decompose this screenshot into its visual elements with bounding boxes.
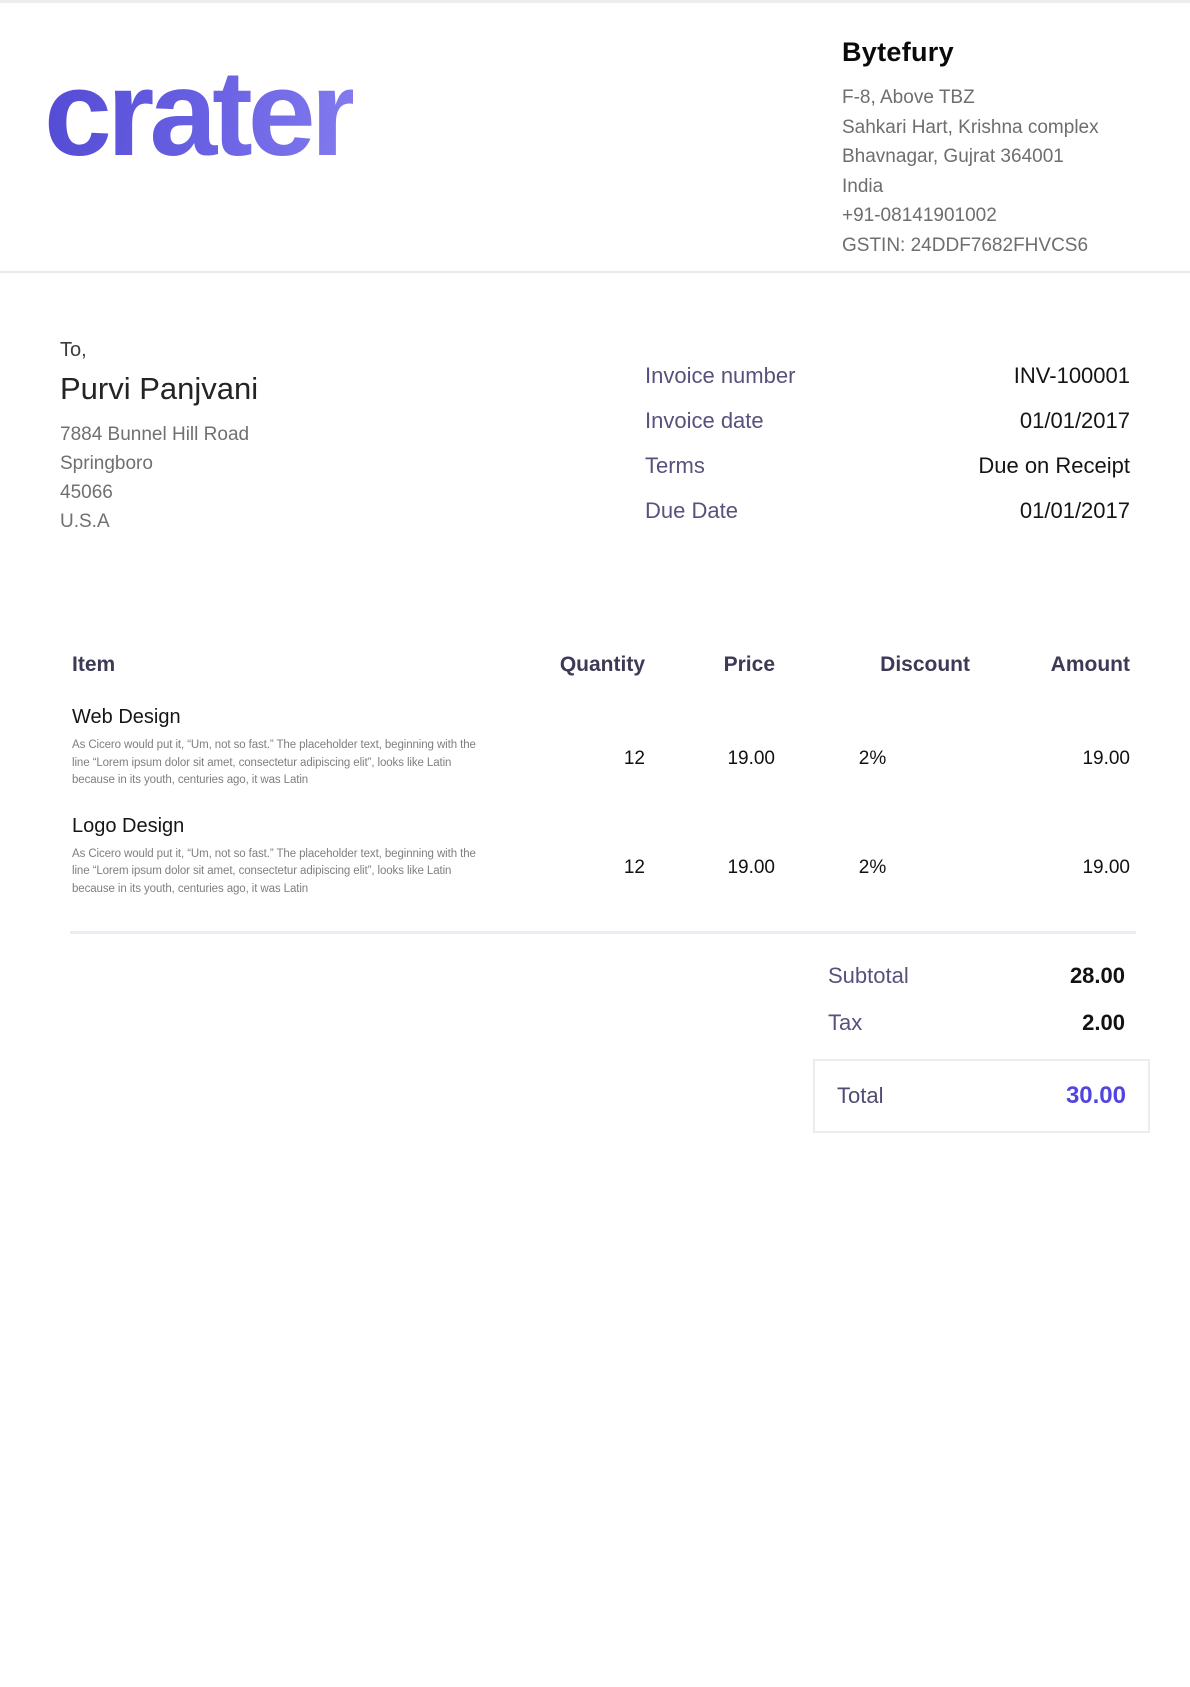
item-name: Logo Design: [72, 813, 490, 839]
company-address-line: India: [842, 172, 1099, 202]
recipient-salutation: To,: [60, 339, 258, 362]
invoice-number-value: INV-100001: [1014, 363, 1130, 389]
column-header-item: Item: [72, 653, 490, 677]
total-value: 30.00: [1066, 1082, 1126, 1110]
item-discount-value: 2%: [775, 857, 970, 879]
invoice-meta: Invoice number INV-100001 Invoice date 0…: [645, 363, 1130, 543]
item-amount-value: 19.00: [970, 748, 1130, 770]
invoice-page: crater Bytefury F-8, Above TBZ Sahkari H…: [0, 0, 1190, 1687]
terms-label: Terms: [645, 453, 705, 479]
meta-row-invoice-number: Invoice number INV-100001: [645, 363, 1130, 389]
item-description: As Cicero would put it, “Um, not so fast…: [72, 846, 490, 899]
column-header-discount: Discount: [775, 653, 970, 677]
company-address-line: F-8, Above TBZ: [842, 83, 1099, 113]
crater-logo: crater: [44, 49, 353, 177]
page-header: crater Bytefury F-8, Above TBZ Sahkari H…: [0, 3, 1190, 273]
terms-value: Due on Receipt: [978, 453, 1130, 479]
item-cell: Logo Design As Cicero would put it, “Um,…: [72, 813, 490, 899]
company-gstin: GSTIN: 24DDF7682FHVCS6: [842, 231, 1099, 261]
company-phone: +91-08141901002: [842, 201, 1099, 231]
tax-label: Tax: [828, 1010, 862, 1036]
column-header-quantity: Quantity: [490, 653, 645, 677]
item-price-value: 19.00: [645, 748, 775, 770]
due-date-value: 01/01/2017: [1020, 498, 1130, 524]
company-name: Bytefury: [842, 37, 1099, 68]
due-date-label: Due Date: [645, 498, 738, 524]
item-amount-value: 19.00: [970, 857, 1130, 879]
invoice-date-value: 01/01/2017: [1020, 408, 1130, 434]
column-header-amount: Amount: [970, 653, 1130, 677]
recipient-address-line: Springboro: [60, 449, 258, 478]
total-box: Total 30.00: [813, 1059, 1150, 1133]
items-table: Item Quantity Price Discount Amount Web …: [72, 653, 1130, 898]
totals-section: Subtotal 28.00 Tax 2.00: [828, 963, 1125, 1057]
meta-row-terms: Terms Due on Receipt: [645, 453, 1130, 479]
company-info: Bytefury F-8, Above TBZ Sahkari Hart, Kr…: [842, 37, 1099, 260]
item-quantity-value: 12: [490, 748, 645, 770]
total-label: Total: [837, 1083, 883, 1109]
column-header-price: Price: [645, 653, 775, 677]
table-row: Web Design As Cicero would put it, “Um, …: [72, 704, 1130, 790]
invoice-number-label: Invoice number: [645, 363, 795, 389]
table-row: Logo Design As Cicero would put it, “Um,…: [72, 813, 1130, 899]
tax-row: Tax 2.00: [828, 1010, 1125, 1036]
item-cell: Web Design As Cicero would put it, “Um, …: [72, 704, 490, 790]
meta-row-due-date: Due Date 01/01/2017: [645, 498, 1130, 524]
item-discount-value: 2%: [775, 748, 970, 770]
subtotal-value: 28.00: [1070, 963, 1125, 989]
subtotal-row: Subtotal 28.00: [828, 963, 1125, 989]
item-name: Web Design: [72, 704, 490, 730]
item-description: As Cicero would put it, “Um, not so fast…: [72, 737, 490, 790]
recipient-address-line: U.S.A: [60, 507, 258, 536]
subtotal-label: Subtotal: [828, 963, 909, 989]
item-price-value: 19.00: [645, 857, 775, 879]
company-address-line: Bhavnagar, Gujrat 364001: [842, 142, 1099, 172]
company-address-line: Sahkari Hart, Krishna complex: [842, 113, 1099, 143]
recipient-block: To, Purvi Panjvani 7884 Bunnel Hill Road…: [60, 339, 258, 536]
tax-value: 2.00: [1082, 1010, 1125, 1036]
recipient-name: Purvi Panjvani: [60, 371, 258, 407]
item-quantity-value: 12: [490, 857, 645, 879]
recipient-address-line: 45066: [60, 478, 258, 507]
meta-row-invoice-date: Invoice date 01/01/2017: [645, 408, 1130, 434]
invoice-date-label: Invoice date: [645, 408, 764, 434]
recipient-address-line: 7884 Bunnel Hill Road: [60, 420, 258, 449]
table-header-row: Item Quantity Price Discount Amount: [72, 653, 1130, 677]
items-divider: [70, 931, 1136, 934]
